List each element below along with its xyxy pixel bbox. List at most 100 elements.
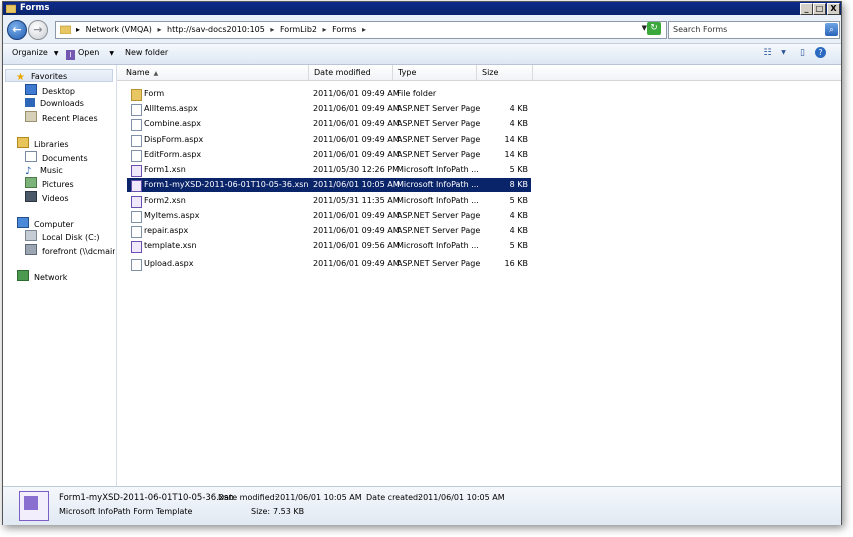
file-date-modified: 2011/06/01 09:49 AM xyxy=(313,211,400,220)
organize-button[interactable]: Organize ▼ xyxy=(12,48,58,57)
file-row[interactable]: template.xsn 2011/06/01 09:56 AM Microsoft… xyxy=(127,239,531,253)
explorer-window: Forms _ □ X ← → ▸ Network (VMQA) ▸ http:… xyxy=(2,1,842,525)
folder-icon xyxy=(6,4,16,13)
open-button[interactable]: I Open ▼ xyxy=(66,48,114,60)
nav-item-pictures[interactable]: Pictures xyxy=(25,177,74,190)
command-bar: Organize ▼ I Open ▼ New folder ☷ ▼ ▯ ? xyxy=(3,44,841,65)
network-icon xyxy=(17,270,29,281)
file-name: AllItems.aspx xyxy=(144,104,198,113)
nav-item-desktop[interactable]: Desktop xyxy=(25,84,75,97)
details-filename: Form1-myXSD-2011-06-01T10-05-36.xsn xyxy=(59,493,234,503)
network-drive-icon xyxy=(25,244,37,255)
details-modified-value: 2011/06/01 10:05 AM xyxy=(275,493,362,502)
column-label: Name xyxy=(126,68,150,77)
music-icon: ♪ xyxy=(25,166,32,177)
crumb-server[interactable]: http://sav-docs2010:105 xyxy=(167,25,265,34)
file-size: 5 KB xyxy=(509,196,528,205)
file-name: DispForm.aspx xyxy=(144,135,204,144)
file-date-modified: 2011/05/31 11:35 AM xyxy=(313,196,400,205)
column-date-modified[interactable]: Date modified xyxy=(309,65,393,80)
file-type: ASP.NET Server Page xyxy=(397,259,481,268)
minimize-button[interactable]: _ xyxy=(800,3,813,15)
file-row[interactable]: Upload.aspx 2011/06/01 09:49 AM ASP.NET Se… xyxy=(127,257,531,271)
search-icon[interactable]: ⌕ xyxy=(825,23,838,36)
nav-item-videos[interactable]: Videos xyxy=(25,191,69,204)
file-date-modified: 2011/06/01 10:05 AM xyxy=(313,180,400,189)
file-row[interactable]: EditForm.aspx 2011/06/01 09:49 AM ASP.NET … xyxy=(127,148,531,162)
file-row[interactable]: repair.aspx 2011/06/01 09:49 AM ASP.NET Se… xyxy=(127,224,531,238)
chevron-down-icon[interactable]: ▼ xyxy=(109,50,114,57)
file-name: Form xyxy=(144,89,165,98)
open-label: Open xyxy=(78,48,100,57)
chevron-down-icon[interactable]: ▼ xyxy=(777,47,790,59)
column-type[interactable]: Type xyxy=(393,65,477,80)
maximize-button[interactable]: □ xyxy=(813,3,826,15)
file-type: Microsoft InfoPath ... xyxy=(397,165,479,174)
crumb-separator[interactable]: ▸ xyxy=(323,25,327,34)
new-folder-button[interactable]: New folder xyxy=(125,48,168,57)
navigation-pane: ★ Favorites Desktop Downloads Recent Plac… xyxy=(3,65,117,486)
nav-item-network[interactable]: Network xyxy=(17,270,67,283)
crumb-separator[interactable]: ▸ xyxy=(362,25,366,34)
nav-item-forefront[interactable]: forefront (\\dcmain) (\ xyxy=(25,244,115,257)
help-icon[interactable]: ? xyxy=(815,47,826,58)
documents-icon xyxy=(25,151,37,162)
file-row[interactable]: DispForm.aspx 2011/06/01 09:49 AM ASP.NET … xyxy=(127,133,531,147)
videos-icon xyxy=(25,191,37,202)
nav-item-recent-places[interactable]: Recent Places xyxy=(25,111,98,124)
nav-item-documents[interactable]: Documents xyxy=(25,151,88,164)
search-input[interactable]: Search Forms ⌕ xyxy=(668,21,840,39)
nav-label: Local Disk (C:) xyxy=(42,233,100,242)
crumb-formlib2[interactable]: FormLib2 xyxy=(280,25,317,34)
forward-button[interactable]: → xyxy=(28,20,48,40)
details-created-value: 2011/06/01 10:05 AM xyxy=(418,493,505,502)
aspx-file-icon xyxy=(131,226,142,238)
crumb-separator[interactable]: ▸ xyxy=(270,25,274,34)
column-size[interactable]: Size xyxy=(477,65,533,80)
view-options-icon[interactable]: ☷ xyxy=(761,47,774,59)
nav-item-favorites[interactable]: ★ Favorites xyxy=(5,69,113,83)
file-name: template.xsn xyxy=(144,241,197,250)
file-name: Form1-myXSD-2011-06-01T10-05-36.xsn xyxy=(144,180,309,189)
star-icon: ★ xyxy=(16,72,25,83)
refresh-icon[interactable]: ↻ xyxy=(647,22,661,35)
column-name[interactable]: Name ▲ xyxy=(121,65,309,80)
address-bar[interactable]: ▸ Network (VMQA) ▸ http://sav-docs2010:1… xyxy=(55,21,667,39)
nav-label: Libraries xyxy=(34,140,69,149)
file-name: MyItems.aspx xyxy=(144,211,200,220)
crumb-forms[interactable]: Forms xyxy=(332,25,356,34)
aspx-file-icon xyxy=(131,135,142,147)
file-row[interactable]: Form1.xsn 2011/05/30 12:26 PM Microsoft In… xyxy=(127,163,531,177)
details-pane: Form1-myXSD-2011-06-01T10-05-36.xsn Date… xyxy=(3,486,841,525)
aspx-file-icon xyxy=(131,119,142,131)
nav-item-libraries[interactable]: Libraries xyxy=(17,137,69,150)
nav-item-music[interactable]: ♪ Music xyxy=(25,164,63,177)
nav-item-downloads[interactable]: Downloads xyxy=(25,97,84,110)
crumb-separator[interactable]: ▸ xyxy=(157,25,161,34)
sort-ascending-icon: ▲ xyxy=(153,70,159,77)
nav-item-local-disk[interactable]: Local Disk (C:) xyxy=(25,230,100,243)
file-row[interactable]: Form 2011/06/01 09:49 AM File folder xyxy=(127,87,531,101)
file-row[interactable]: AllItems.aspx 2011/06/01 09:49 AM ASP.NET … xyxy=(127,102,531,116)
preview-pane-icon[interactable]: ▯ xyxy=(796,47,809,59)
file-type: ASP.NET Server Page xyxy=(397,150,481,159)
libraries-icon xyxy=(17,137,29,148)
nav-label: Music xyxy=(40,166,63,175)
file-date-modified: 2011/06/01 09:49 AM xyxy=(313,104,400,113)
file-name: repair.aspx xyxy=(144,226,189,235)
nav-label: forefront (\\dcmain) (\ xyxy=(42,247,115,256)
file-row[interactable]: Form2.xsn 2011/05/31 11:35 AM Microsoft In… xyxy=(127,194,531,208)
file-row[interactable]: Form1-myXSD-2011-06-01T10-05-36.xsn 2011/… xyxy=(127,178,531,192)
folder-icon xyxy=(131,89,142,101)
nav-item-computer[interactable]: Computer xyxy=(17,217,74,230)
file-date-modified: 2011/06/01 09:49 AM xyxy=(313,135,400,144)
forward-arrow-icon: → xyxy=(33,23,43,36)
folder-icon xyxy=(60,25,71,34)
aspx-file-icon xyxy=(131,150,142,162)
crumb-network[interactable]: Network (VMQA) xyxy=(86,25,152,34)
back-button[interactable]: ← xyxy=(7,20,27,40)
file-row[interactable]: Combine.aspx 2011/06/01 09:49 AM ASP.NET S… xyxy=(127,117,531,131)
close-button[interactable]: X xyxy=(827,3,840,15)
file-row[interactable]: MyItems.aspx 2011/06/01 09:49 AM ASP.NET S… xyxy=(127,209,531,223)
aspx-file-icon xyxy=(131,259,142,271)
